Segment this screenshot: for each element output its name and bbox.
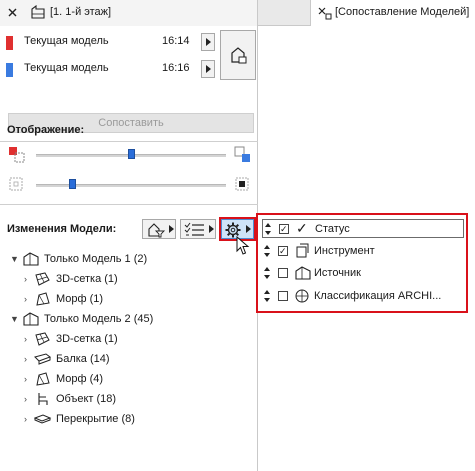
status-check-icon: ✓ bbox=[296, 220, 308, 236]
model-2-color-swatch bbox=[6, 63, 13, 77]
popup-row-tool[interactable]: ✓ Инструмент bbox=[262, 242, 464, 261]
tree-group-label[interactable]: Только Модель 2 (45) bbox=[44, 313, 153, 325]
floor-plan-icon bbox=[31, 5, 45, 19]
mouse-cursor-icon bbox=[236, 236, 250, 255]
drag-handle-icon[interactable] bbox=[264, 222, 272, 236]
chevron-right-icon bbox=[206, 65, 211, 73]
classification-icon bbox=[295, 289, 309, 303]
model-compare-panel: Текущая модель 16:14 Текущая модель 16:1… bbox=[0, 26, 258, 471]
model-2-select-button[interactable] bbox=[201, 60, 215, 78]
tab-model-compare[interactable]: [Сопоставление Моделей] bbox=[310, 0, 475, 26]
check-icon: ✓ bbox=[279, 246, 287, 256]
model-house-icon bbox=[295, 266, 311, 280]
divider bbox=[0, 204, 258, 205]
popup-row-label: Инструмент bbox=[314, 245, 375, 257]
model-1-time: 16:14 bbox=[162, 35, 190, 47]
status-checkbox[interactable]: ✓ bbox=[279, 224, 289, 234]
house-filter-icon bbox=[148, 223, 166, 238]
tree-item-label[interactable]: 3D-сетка (1) bbox=[56, 333, 118, 345]
mesh-icon bbox=[35, 332, 50, 346]
tool-icon bbox=[296, 243, 309, 258]
popup-row-classification[interactable]: Классификация ARCHI... bbox=[262, 287, 464, 306]
compare-tab-icon bbox=[318, 7, 332, 20]
checklist-icon bbox=[184, 222, 204, 236]
tab-close-icon[interactable] bbox=[6, 6, 22, 20]
changes-section-title: Изменения Модели: bbox=[7, 223, 117, 235]
tree-item-label[interactable]: Балка (14) bbox=[56, 353, 110, 365]
transparency-low-icon bbox=[9, 177, 23, 191]
popup-row-source[interactable]: Источник bbox=[262, 264, 464, 283]
tree-item-label[interactable]: Морф (4) bbox=[56, 373, 103, 385]
tab-floor-label: [1. 1-й этаж] bbox=[50, 6, 112, 18]
expand-chevron-icon[interactable]: › bbox=[24, 414, 27, 424]
model-2-label: Текущая модель bbox=[24, 62, 109, 74]
chevron-right-icon bbox=[209, 225, 214, 233]
expand-chevron-icon[interactable]: › bbox=[24, 394, 27, 404]
slider-1-thumb[interactable] bbox=[127, 149, 135, 159]
transparency-slider[interactable] bbox=[36, 184, 226, 187]
object-chair-icon bbox=[38, 393, 48, 405]
model-house-icon bbox=[23, 252, 39, 266]
check-icon: ✓ bbox=[280, 224, 288, 234]
popup-row-label: Классификация ARCHI... bbox=[314, 290, 442, 302]
drag-handle-icon[interactable] bbox=[263, 266, 271, 280]
tree-item-label[interactable]: Морф (1) bbox=[56, 293, 103, 305]
column-settings-popup: ✓ ✓ Статус ✓ Инструмент Источник Классиф… bbox=[256, 213, 468, 313]
chevron-right-icon bbox=[206, 38, 211, 46]
house-swap-icon bbox=[231, 47, 247, 64]
popup-row-label: Статус bbox=[315, 223, 350, 235]
mesh-icon bbox=[35, 272, 50, 286]
morph-icon bbox=[36, 372, 50, 386]
model-1-select-button[interactable] bbox=[201, 33, 215, 51]
expand-chevron-icon[interactable]: › bbox=[24, 294, 27, 304]
classification-checkbox[interactable] bbox=[278, 291, 288, 301]
tree-group-label[interactable]: Только Модель 1 (2) bbox=[44, 253, 147, 265]
expand-chevron-icon[interactable]: ▼ bbox=[10, 314, 19, 324]
expand-chevron-icon[interactable]: ▼ bbox=[10, 254, 19, 264]
tool-checkbox[interactable]: ✓ bbox=[278, 246, 288, 256]
filter-elements-button[interactable] bbox=[142, 219, 176, 239]
source-checkbox[interactable] bbox=[278, 268, 288, 278]
tree-item-label[interactable]: 3D-сетка (1) bbox=[56, 273, 118, 285]
tree-item-label[interactable]: Объект (18) bbox=[56, 393, 116, 405]
display-section-title: Отображение: bbox=[7, 124, 85, 136]
tab-floor-plan[interactable]: [1. 1-й этаж] bbox=[0, 0, 258, 26]
morph-icon bbox=[36, 292, 50, 306]
slab-icon bbox=[34, 414, 52, 424]
drag-handle-icon[interactable] bbox=[263, 289, 271, 303]
beam-icon bbox=[34, 353, 52, 365]
divider bbox=[0, 141, 258, 142]
expand-chevron-icon[interactable]: › bbox=[24, 374, 27, 384]
model-2-color-icon bbox=[234, 146, 250, 162]
tree-item-label[interactable]: Перекрытие (8) bbox=[56, 413, 135, 425]
model-1-color-icon bbox=[9, 147, 25, 163]
chevron-right-icon bbox=[169, 225, 174, 233]
popup-row-status[interactable]: ✓ ✓ Статус bbox=[262, 219, 464, 238]
swap-models-button[interactable] bbox=[220, 30, 256, 80]
expand-chevron-icon[interactable]: › bbox=[24, 274, 27, 284]
expand-chevron-icon[interactable]: › bbox=[24, 354, 27, 364]
drag-handle-icon[interactable] bbox=[263, 244, 271, 258]
model-1-color-swatch bbox=[6, 36, 13, 50]
model-2-time: 16:16 bbox=[162, 62, 190, 74]
model-house-icon bbox=[23, 312, 39, 326]
list-options-button[interactable] bbox=[180, 219, 216, 239]
tab-compare-label: [Сопоставление Моделей] bbox=[335, 6, 470, 18]
slider-2-thumb[interactable] bbox=[68, 179, 76, 189]
model-1-label: Текущая модель bbox=[24, 35, 109, 47]
transparency-high-icon bbox=[235, 177, 249, 191]
expand-chevron-icon[interactable]: › bbox=[24, 334, 27, 344]
popup-row-label: Источник bbox=[314, 267, 361, 279]
